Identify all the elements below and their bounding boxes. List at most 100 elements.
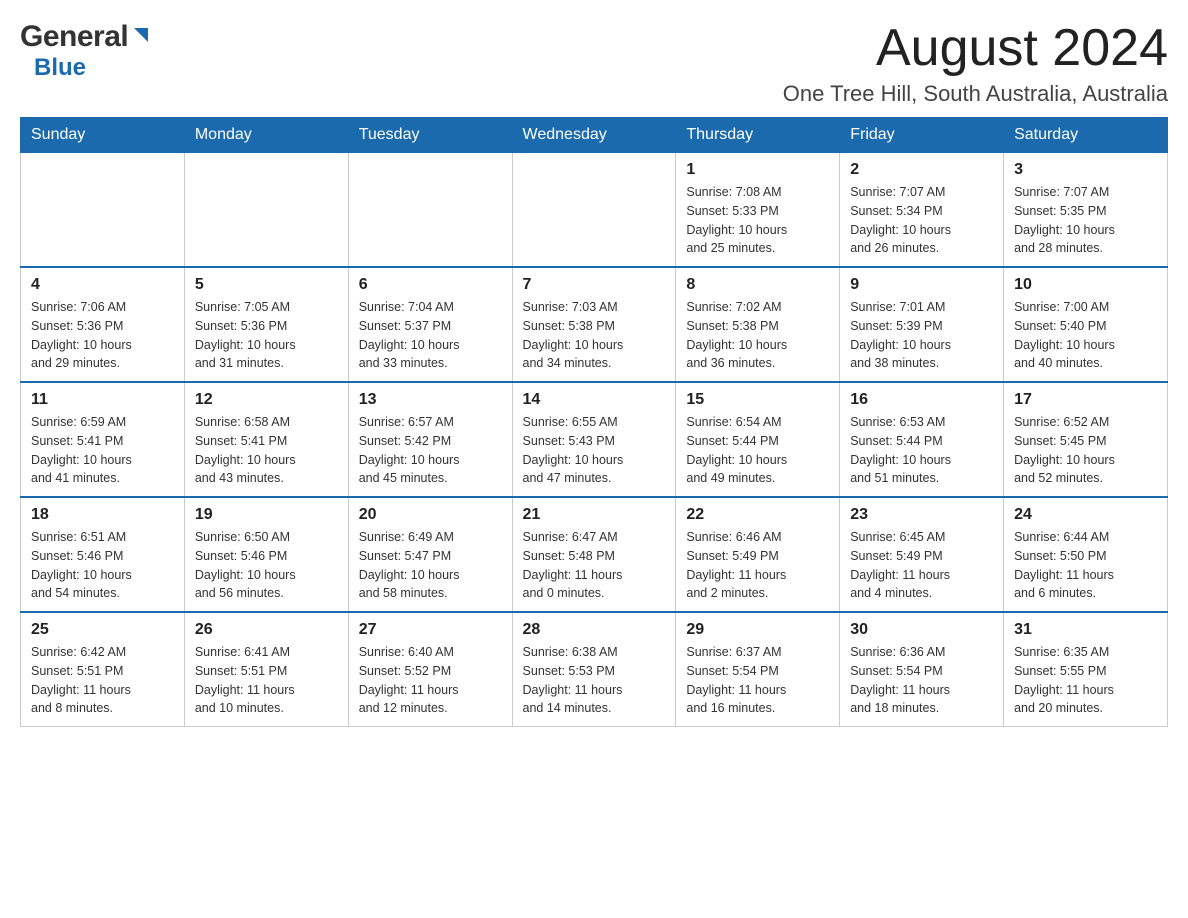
calendar-cell: 9 Sunrise: 7:01 AMSunset: 5:39 PMDaylight…: [840, 267, 1004, 382]
day-number: 20: [359, 506, 502, 524]
calendar-cell: 24Sunrise: 6:44 AMSunset: 5:50 PMDayligh…: [1004, 497, 1168, 612]
calendar-week-row: 25Sunrise: 6:42 AMSunset: 5:51 PMDayligh…: [21, 612, 1168, 727]
calendar-cell: [21, 153, 185, 268]
day-number: 1: [686, 161, 829, 179]
day-info: Sunrise: 7:01 AMSunset: 5:39 PMDaylight:…: [850, 298, 993, 373]
day-info: Sunrise: 6:55 AMSunset: 5:43 PMDaylight:…: [523, 413, 666, 488]
day-info: Sunrise: 6:45 AMSunset: 5:49 PMDaylight:…: [850, 528, 993, 603]
day-info: Sunrise: 6:37 AMSunset: 5:54 PMDaylight:…: [686, 643, 829, 718]
logo-arrow-icon: [130, 24, 152, 51]
calendar-cell: [512, 153, 676, 268]
logo-blue-text: Blue: [34, 54, 86, 82]
logo: General Blue: [20, 20, 152, 82]
day-number: 14: [523, 391, 666, 409]
calendar-cell: 31Sunrise: 6:35 AMSunset: 5:55 PMDayligh…: [1004, 612, 1168, 727]
day-info: Sunrise: 6:47 AMSunset: 5:48 PMDaylight:…: [523, 528, 666, 603]
calendar-cell: 15 Sunrise: 6:54 AMSunset: 5:44 PMDayligh…: [676, 382, 840, 497]
day-info: Sunrise: 7:02 AMSunset: 5:38 PMDaylight:…: [686, 298, 829, 373]
calendar-week-row: 11Sunrise: 6:59 AMSunset: 5:41 PMDayligh…: [21, 382, 1168, 497]
day-info: Sunrise: 7:07 AMSunset: 5:35 PMDaylight:…: [1014, 183, 1157, 258]
calendar-cell: 19Sunrise: 6:50 AMSunset: 5:46 PMDayligh…: [184, 497, 348, 612]
day-info: Sunrise: 7:08 AMSunset: 5:33 PMDaylight:…: [686, 183, 829, 258]
calendar-table: SundayMondayTuesdayWednesdayThursdayFrid…: [20, 117, 1168, 727]
calendar-cell: 23 Sunrise: 6:45 AMSunset: 5:49 PMDayligh…: [840, 497, 1004, 612]
calendar-cell: 4 Sunrise: 7:06 AMSunset: 5:36 PMDaylight…: [21, 267, 185, 382]
day-info: Sunrise: 6:36 AMSunset: 5:54 PMDaylight:…: [850, 643, 993, 718]
weekday-header-saturday: Saturday: [1004, 118, 1168, 153]
calendar-cell: 1 Sunrise: 7:08 AMSunset: 5:33 PMDaylight…: [676, 153, 840, 268]
calendar-body: 1 Sunrise: 7:08 AMSunset: 5:33 PMDaylight…: [21, 153, 1168, 727]
calendar-cell: 7Sunrise: 7:03 AMSunset: 5:38 PMDaylight…: [512, 267, 676, 382]
day-info: Sunrise: 6:49 AMSunset: 5:47 PMDaylight:…: [359, 528, 502, 603]
day-number: 4: [31, 276, 174, 294]
calendar-cell: [184, 153, 348, 268]
calendar-cell: 28Sunrise: 6:38 AMSunset: 5:53 PMDayligh…: [512, 612, 676, 727]
day-number: 16: [850, 391, 993, 409]
day-number: 6: [359, 276, 502, 294]
calendar-cell: 3 Sunrise: 7:07 AMSunset: 5:35 PMDaylight…: [1004, 153, 1168, 268]
calendar-cell: 12 Sunrise: 6:58 AMSunset: 5:41 PMDayligh…: [184, 382, 348, 497]
day-info: Sunrise: 6:40 AMSunset: 5:52 PMDaylight:…: [359, 643, 502, 718]
day-number: 15: [686, 391, 829, 409]
calendar-cell: 22 Sunrise: 6:46 AMSunset: 5:49 PMDayligh…: [676, 497, 840, 612]
day-number: 12: [195, 391, 338, 409]
calendar-cell: 27 Sunrise: 6:40 AMSunset: 5:52 PMDayligh…: [348, 612, 512, 727]
calendar-cell: [348, 153, 512, 268]
day-info: Sunrise: 7:06 AMSunset: 5:36 PMDaylight:…: [31, 298, 174, 373]
day-number: 21: [523, 506, 666, 524]
day-number: 8: [686, 276, 829, 294]
day-info: Sunrise: 6:53 AMSunset: 5:44 PMDaylight:…: [850, 413, 993, 488]
day-info: Sunrise: 7:00 AMSunset: 5:40 PMDaylight:…: [1014, 298, 1157, 373]
calendar-week-row: 4 Sunrise: 7:06 AMSunset: 5:36 PMDaylight…: [21, 267, 1168, 382]
day-info: Sunrise: 7:07 AMSunset: 5:34 PMDaylight:…: [850, 183, 993, 258]
day-info: Sunrise: 6:41 AMSunset: 5:51 PMDaylight:…: [195, 643, 338, 718]
location-title: One Tree Hill, South Australia, Australi…: [783, 81, 1168, 107]
calendar-cell: 20 Sunrise: 6:49 AMSunset: 5:47 PMDayligh…: [348, 497, 512, 612]
calendar-cell: 29 Sunrise: 6:37 AMSunset: 5:54 PMDayligh…: [676, 612, 840, 727]
title-block: August 2024 One Tree Hill, South Austral…: [783, 20, 1168, 107]
day-number: 18: [31, 506, 174, 524]
calendar-cell: 10 Sunrise: 7:00 AMSunset: 5:40 PMDayligh…: [1004, 267, 1168, 382]
day-number: 29: [686, 621, 829, 639]
day-number: 9: [850, 276, 993, 294]
day-number: 11: [31, 391, 174, 409]
calendar-cell: 21 Sunrise: 6:47 AMSunset: 5:48 PMDayligh…: [512, 497, 676, 612]
day-number: 5: [195, 276, 338, 294]
day-number: 31: [1014, 621, 1157, 639]
day-info: Sunrise: 6:52 AMSunset: 5:45 PMDaylight:…: [1014, 413, 1157, 488]
day-info: Sunrise: 6:54 AMSunset: 5:44 PMDaylight:…: [686, 413, 829, 488]
weekday-header-monday: Monday: [184, 118, 348, 153]
day-number: 7: [523, 276, 666, 294]
calendar-cell: 17 Sunrise: 6:52 AMSunset: 5:45 PMDayligh…: [1004, 382, 1168, 497]
day-number: 17: [1014, 391, 1157, 409]
day-info: Sunrise: 6:42 AMSunset: 5:51 PMDaylight:…: [31, 643, 174, 718]
calendar-cell: 18Sunrise: 6:51 AMSunset: 5:46 PMDayligh…: [21, 497, 185, 612]
calendar-cell: 6Sunrise: 7:04 AMSunset: 5:37 PMDaylight…: [348, 267, 512, 382]
day-number: 26: [195, 621, 338, 639]
day-info: Sunrise: 6:44 AMSunset: 5:50 PMDaylight:…: [1014, 528, 1157, 603]
day-number: 19: [195, 506, 338, 524]
day-info: Sunrise: 6:57 AMSunset: 5:42 PMDaylight:…: [359, 413, 502, 488]
day-number: 22: [686, 506, 829, 524]
calendar-week-row: 1 Sunrise: 7:08 AMSunset: 5:33 PMDaylight…: [21, 153, 1168, 268]
calendar-cell: 14 Sunrise: 6:55 AMSunset: 5:43 PMDayligh…: [512, 382, 676, 497]
day-number: 23: [850, 506, 993, 524]
day-number: 3: [1014, 161, 1157, 179]
calendar-week-row: 18Sunrise: 6:51 AMSunset: 5:46 PMDayligh…: [21, 497, 1168, 612]
calendar-cell: 13 Sunrise: 6:57 AMSunset: 5:42 PMDayligh…: [348, 382, 512, 497]
day-number: 27: [359, 621, 502, 639]
weekday-header-row: SundayMondayTuesdayWednesdayThursdayFrid…: [21, 118, 1168, 153]
month-title: August 2024: [783, 20, 1168, 77]
calendar-cell: 8 Sunrise: 7:02 AMSunset: 5:38 PMDaylight…: [676, 267, 840, 382]
weekday-header-tuesday: Tuesday: [348, 118, 512, 153]
weekday-header-thursday: Thursday: [676, 118, 840, 153]
day-number: 13: [359, 391, 502, 409]
logo-general-text: General: [20, 20, 128, 54]
day-info: Sunrise: 6:46 AMSunset: 5:49 PMDaylight:…: [686, 528, 829, 603]
calendar-cell: 11Sunrise: 6:59 AMSunset: 5:41 PMDayligh…: [21, 382, 185, 497]
weekday-header-sunday: Sunday: [21, 118, 185, 153]
day-number: 10: [1014, 276, 1157, 294]
calendar-cell: 26 Sunrise: 6:41 AMSunset: 5:51 PMDayligh…: [184, 612, 348, 727]
day-info: Sunrise: 6:58 AMSunset: 5:41 PMDaylight:…: [195, 413, 338, 488]
calendar-cell: 16 Sunrise: 6:53 AMSunset: 5:44 PMDayligh…: [840, 382, 1004, 497]
